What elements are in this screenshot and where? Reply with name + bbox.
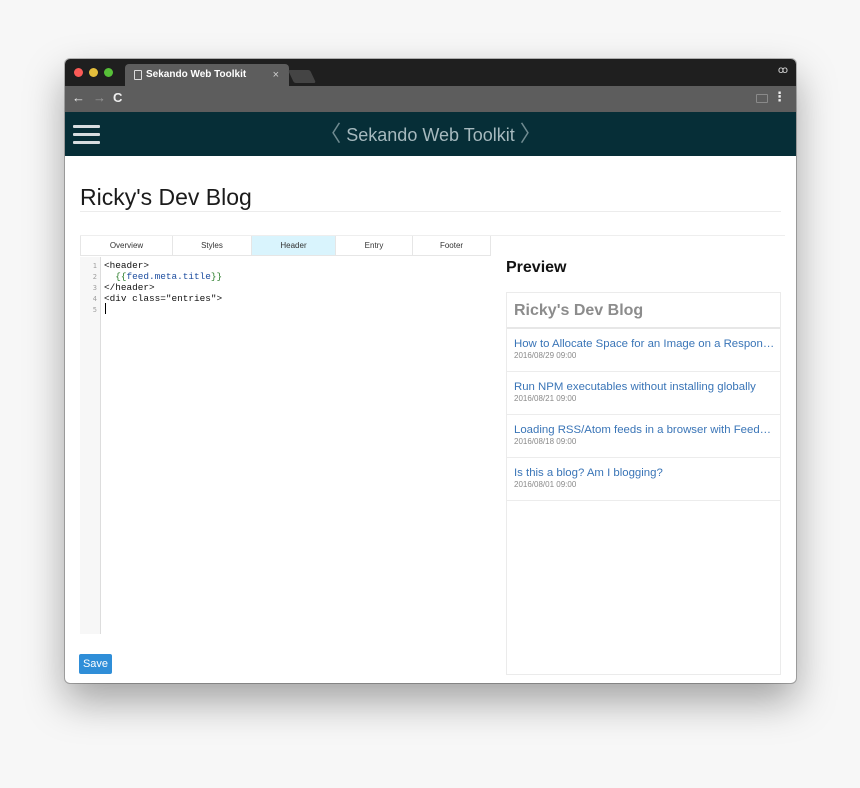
tab-header[interactable]: Header [252,236,336,255]
kebab-menu-icon[interactable]: ⋮ [773,89,786,105]
list-item: Loading RSS/Atom feeds in a browser with… [507,415,780,458]
template-variable: feed.meta.title [126,271,211,282]
back-icon[interactable]: ← [72,90,85,106]
incognito-icon: ꝏ [777,65,788,76]
app-title-text: Sekando Web Toolkit [346,125,515,145]
cast-icon[interactable] [756,94,768,103]
doc-icon [134,70,142,80]
line-number: 3 [92,284,97,292]
entry-date: 2016/08/29 09:00 [514,351,577,360]
list-item: Run NPM executables without installing g… [507,372,780,415]
save-button[interactable]: Save [79,654,112,674]
line-number: 5 [92,306,97,314]
page-title: Ricky's Dev Blog [80,184,252,210]
tab-strip: Sekando Web Toolkit × ꝏ [65,59,796,86]
template-brace-open: {{ [115,271,127,282]
editor-tabs: Overview Styles Header Entry Footer [80,236,491,256]
tab-close-icon[interactable]: × [273,64,279,86]
line-number: 2 [92,273,97,281]
minimize-window-button[interactable] [89,68,98,77]
code-line: <header> [104,260,150,271]
browser-tab-title: Sekando Web Toolkit [146,69,247,80]
entry-date: 2016/08/21 09:00 [514,394,577,403]
tab-styles[interactable]: Styles [173,236,252,255]
browser-toolbar: ← → C ⋮ [65,86,796,112]
browser-window: Sekando Web Toolkit × ꝏ ← → C ⋮ 〈 Sekand… [65,59,796,683]
title-divider [80,211,781,212]
line-number: 4 [92,295,97,303]
entry-date: 2016/08/01 09:00 [514,480,577,489]
reload-icon[interactable]: C [113,90,122,106]
tab-overview[interactable]: Overview [81,236,173,255]
browser-tab[interactable]: Sekando Web Toolkit × [125,64,289,86]
chevron-left-icon: 〈 [319,121,342,146]
entry-date: 2016/08/18 09:00 [514,437,577,446]
tab-footer[interactable]: Footer [413,236,490,255]
code-line: <div class="entries"> [104,293,223,304]
entry-link[interactable]: Is this a blog? Am I blogging? [514,466,776,480]
app-header: 〈 Sekando Web Toolkit 〉 [65,112,796,156]
preview-panel: Ricky's Dev Blog How to Allocate Space f… [506,292,781,675]
entry-link[interactable]: Run NPM executables without installing g… [514,380,776,394]
list-item: How to Allocate Space for an Image on a … [507,329,780,372]
maximize-window-button[interactable] [104,68,113,77]
entry-link[interactable]: Loading RSS/Atom feeds in a browser with… [514,423,776,437]
close-window-button[interactable] [74,68,83,77]
forward-icon[interactable]: → [93,90,106,106]
chevron-right-icon: 〉 [519,121,542,146]
preview-heading: Preview [506,259,567,276]
code-editor[interactable]: 1 2 3 4 5 <header> {{feed.meta.title}} <… [80,257,491,634]
line-number: 1 [92,262,97,270]
code-line: {{feed.meta.title}} [104,271,222,282]
tab-entry[interactable]: Entry [336,236,413,255]
text-cursor [105,303,106,314]
line-gutter: 1 2 3 4 5 [80,257,101,634]
list-item: Is this a blog? Am I blogging? 2016/08/0… [507,458,780,501]
entry-link[interactable]: How to Allocate Space for an Image on a … [514,337,776,351]
new-tab-button[interactable] [287,70,317,83]
app-title: 〈 Sekando Web Toolkit 〉 [65,122,796,147]
code-line: </header> [104,282,155,293]
preview-blog-title: Ricky's Dev Blog [514,302,644,319]
template-brace-close: }} [210,271,223,282]
